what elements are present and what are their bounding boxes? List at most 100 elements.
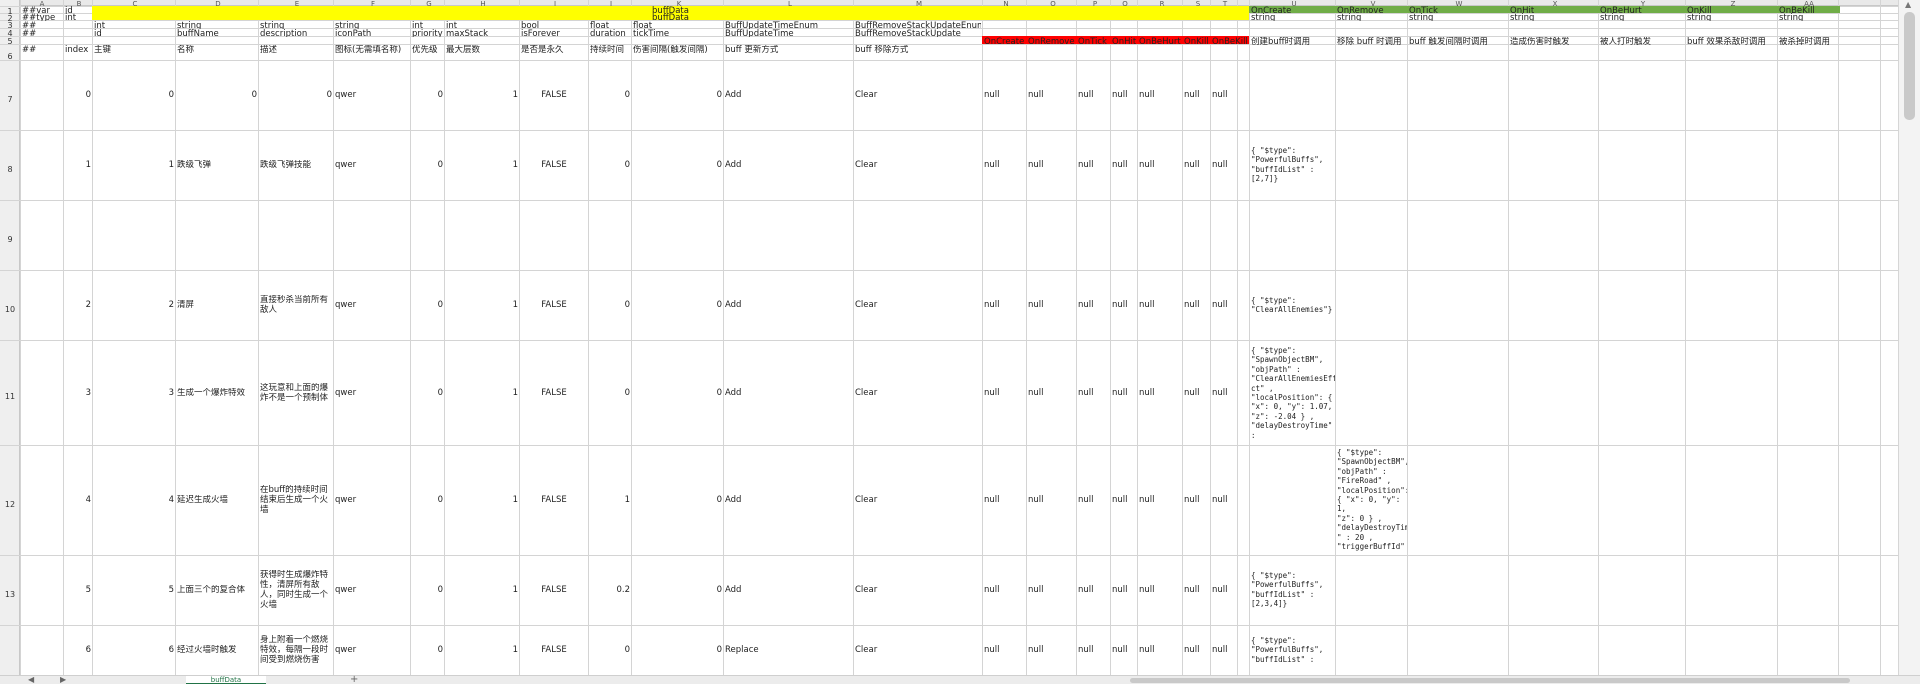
cell-onbekill-flag[interactable]: null	[1212, 495, 1248, 505]
cell-duration[interactable]: 0	[590, 160, 630, 170]
cell-update-time[interactable]: Add	[725, 300, 852, 310]
cell-onbekill-flag[interactable]: null	[1212, 645, 1248, 655]
cell-onhit-flag[interactable]: null	[1112, 300, 1136, 310]
cell-priority[interactable]: 0	[412, 388, 443, 398]
header-cell-row5-c[interactable]: 主键	[94, 45, 174, 53]
cell-name[interactable]: 清屏	[177, 300, 255, 310]
vertical-scroll-thumb[interactable]	[1904, 12, 1915, 120]
cell-oncreate-flag[interactable]: null	[984, 300, 1025, 310]
cell-oncreate-json[interactable]: { "$type": "PowerfulBuffs", "buffIdList"…	[1251, 146, 1335, 184]
header-cell-row5-f[interactable]: 图标(无需填名称)	[335, 45, 409, 53]
cell-onbehurt-flag[interactable]: null	[1139, 645, 1181, 655]
header-cell-row5-e[interactable]: 描述	[260, 45, 332, 53]
cell-oncreate-flag[interactable]: null	[984, 585, 1025, 595]
header-cell-row4-i[interactable]: isForever	[521, 29, 587, 37]
cell-oncreate-json[interactable]: { "$type": "ClearAllEnemies"}	[1251, 296, 1335, 315]
cell-priority[interactable]: 0	[412, 585, 443, 595]
cell-onkill-flag[interactable]: null	[1184, 645, 1209, 655]
cell-oncreate-flag[interactable]: null	[984, 160, 1025, 170]
cell-iconpath[interactable]: qwer	[335, 300, 409, 310]
header-cell-row4-s2[interactable]: OnBeKill	[1212, 37, 1248, 45]
cell-maxstack[interactable]: 1	[446, 645, 518, 655]
cell-onbekill-flag[interactable]: null	[1212, 585, 1248, 595]
cell-id[interactable]: 1	[94, 160, 174, 170]
cell-iconpath[interactable]: qwer	[335, 160, 409, 170]
header-cell-row5-h[interactable]: 最大层数	[446, 45, 518, 53]
cell-index[interactable]: 2	[65, 300, 91, 310]
cell-name[interactable]: 经过火墙时触发	[177, 645, 255, 655]
header-cell-row4-p[interactable]: OnTick	[1078, 37, 1109, 45]
cell-remove-stack[interactable]: Clear	[855, 585, 981, 595]
cell-onhit-flag[interactable]: null	[1112, 585, 1136, 595]
cell-onbehurt-flag[interactable]: null	[1139, 495, 1181, 505]
header-cell-row2-y[interactable]: string	[1687, 13, 1775, 21]
cell-onhit-flag[interactable]: null	[1112, 160, 1136, 170]
cell-description[interactable]: 身上附着一个燃烧特效，每隔一段时间受到燃烧伤害	[260, 635, 332, 667]
cell-duration[interactable]: 1	[590, 495, 630, 505]
cell-remove-stack[interactable]: Clear	[855, 645, 981, 655]
cell-onkill-flag[interactable]: null	[1184, 585, 1209, 595]
header-cell-row4-s[interactable]: OnKill	[1184, 37, 1209, 45]
header-cell-row4-t[interactable]: 创建buff时调用	[1251, 37, 1335, 45]
header-cell-row5-k[interactable]: 伤害间隔(触发间隔)	[633, 45, 722, 53]
cell-maxstack[interactable]: 1	[446, 585, 518, 595]
cell-onremove-flag[interactable]: null	[1028, 90, 1075, 100]
cell-oncreate-flag[interactable]: null	[984, 90, 1025, 100]
cell-id[interactable]: 3	[94, 388, 174, 398]
cell-id[interactable]: 2	[94, 300, 174, 310]
header-cell-row4-w[interactable]: 造成伤害时触发	[1510, 37, 1596, 45]
cell-description[interactable]: 跌级飞弹技能	[260, 160, 332, 172]
cell-name[interactable]: 延迟生成火墙	[177, 495, 255, 505]
cell-isforever[interactable]: FALSE	[521, 645, 587, 655]
header-cell-row5-d[interactable]: 名称	[177, 45, 257, 53]
cell-index[interactable]: 4	[65, 495, 91, 505]
cell-priority[interactable]: 0	[412, 160, 443, 170]
row-number[interactable]: 13	[0, 590, 20, 600]
header-cell-row4-x[interactable]: 被人打时触发	[1600, 37, 1684, 45]
spreadsheet-grid[interactable]: A B C D E F G H I J K L M N O P Q R S T U V W X Y Z AA 1 2 3 4 5 6 7 8 9 10 1…	[0, 0, 1920, 684]
cell-ontick-flag[interactable]: null	[1078, 388, 1109, 398]
cell-ticktime[interactable]: 0	[633, 90, 722, 100]
header-cell-row3-k[interactable]: float	[633, 21, 722, 29]
header-cell-row4-a[interactable]: ##	[22, 29, 62, 37]
header-cell-row2-u[interactable]: string	[1337, 13, 1405, 21]
header-cell-row2-v[interactable]: string	[1409, 13, 1507, 21]
header-cell-row4-h[interactable]: maxStack	[446, 29, 518, 37]
cell-name[interactable]: 生成一个爆炸特效	[177, 388, 255, 398]
header-merged-title-row1[interactable]: buffData	[92, 6, 1249, 13]
header-cell-row4-j[interactable]: duration	[590, 29, 630, 37]
cell-ontick-flag[interactable]: null	[1078, 645, 1109, 655]
header-cell-row4-d[interactable]: buffName	[177, 29, 257, 37]
row-number[interactable]: 5	[0, 37, 20, 47]
cell-ontick-flag[interactable]: null	[1078, 160, 1109, 170]
cell-index[interactable]: 1	[65, 160, 91, 170]
cell-update-time[interactable]: Add	[725, 585, 852, 595]
header-cell-row4-f[interactable]: iconPath	[335, 29, 409, 37]
cell-onkill-flag[interactable]: null	[1184, 90, 1209, 100]
cell-maxstack[interactable]: 1	[446, 300, 518, 310]
cell-isforever[interactable]: FALSE	[521, 585, 587, 595]
cell-onhit-flag[interactable]: null	[1112, 90, 1136, 100]
header-cell-row4-v[interactable]: buff 触发间隔时调用	[1409, 37, 1507, 45]
header-cell-row4-g[interactable]: priority	[412, 29, 443, 37]
cell-oncreate-flag[interactable]: null	[984, 495, 1025, 505]
cell-index[interactable]: 6	[65, 645, 91, 655]
cell-priority[interactable]: 0	[412, 645, 443, 655]
cell-ticktime[interactable]: 0	[633, 495, 722, 505]
sheet-tab-buffdata[interactable]: buffData	[186, 676, 266, 684]
header-cell-row2-w[interactable]: string	[1510, 13, 1596, 21]
header-cell-row4-r[interactable]: OnBeHurt	[1139, 37, 1181, 45]
cell-id[interactable]: 4	[94, 495, 174, 505]
header-cell-row2-b[interactable]: int	[65, 13, 91, 21]
prev-sheet-icon[interactable]: ◀	[28, 675, 34, 684]
cell-description[interactable]: 在buff的持续时间结束后生成一个火墙	[260, 485, 332, 517]
cell-onhit-flag[interactable]: null	[1112, 495, 1136, 505]
cell-onbekill-flag[interactable]: null	[1212, 90, 1248, 100]
header-cell-row4-n[interactable]: OnCreate	[984, 37, 1025, 45]
header-cell-row2-a[interactable]: ##type	[22, 13, 62, 21]
cell-onremove-flag[interactable]: null	[1028, 645, 1075, 655]
cell-ticktime[interactable]: 0	[633, 300, 722, 310]
cell-isforever[interactable]: FALSE	[521, 160, 587, 170]
cell-isforever[interactable]: FALSE	[521, 388, 587, 398]
cell-ticktime[interactable]: 0	[633, 160, 722, 170]
